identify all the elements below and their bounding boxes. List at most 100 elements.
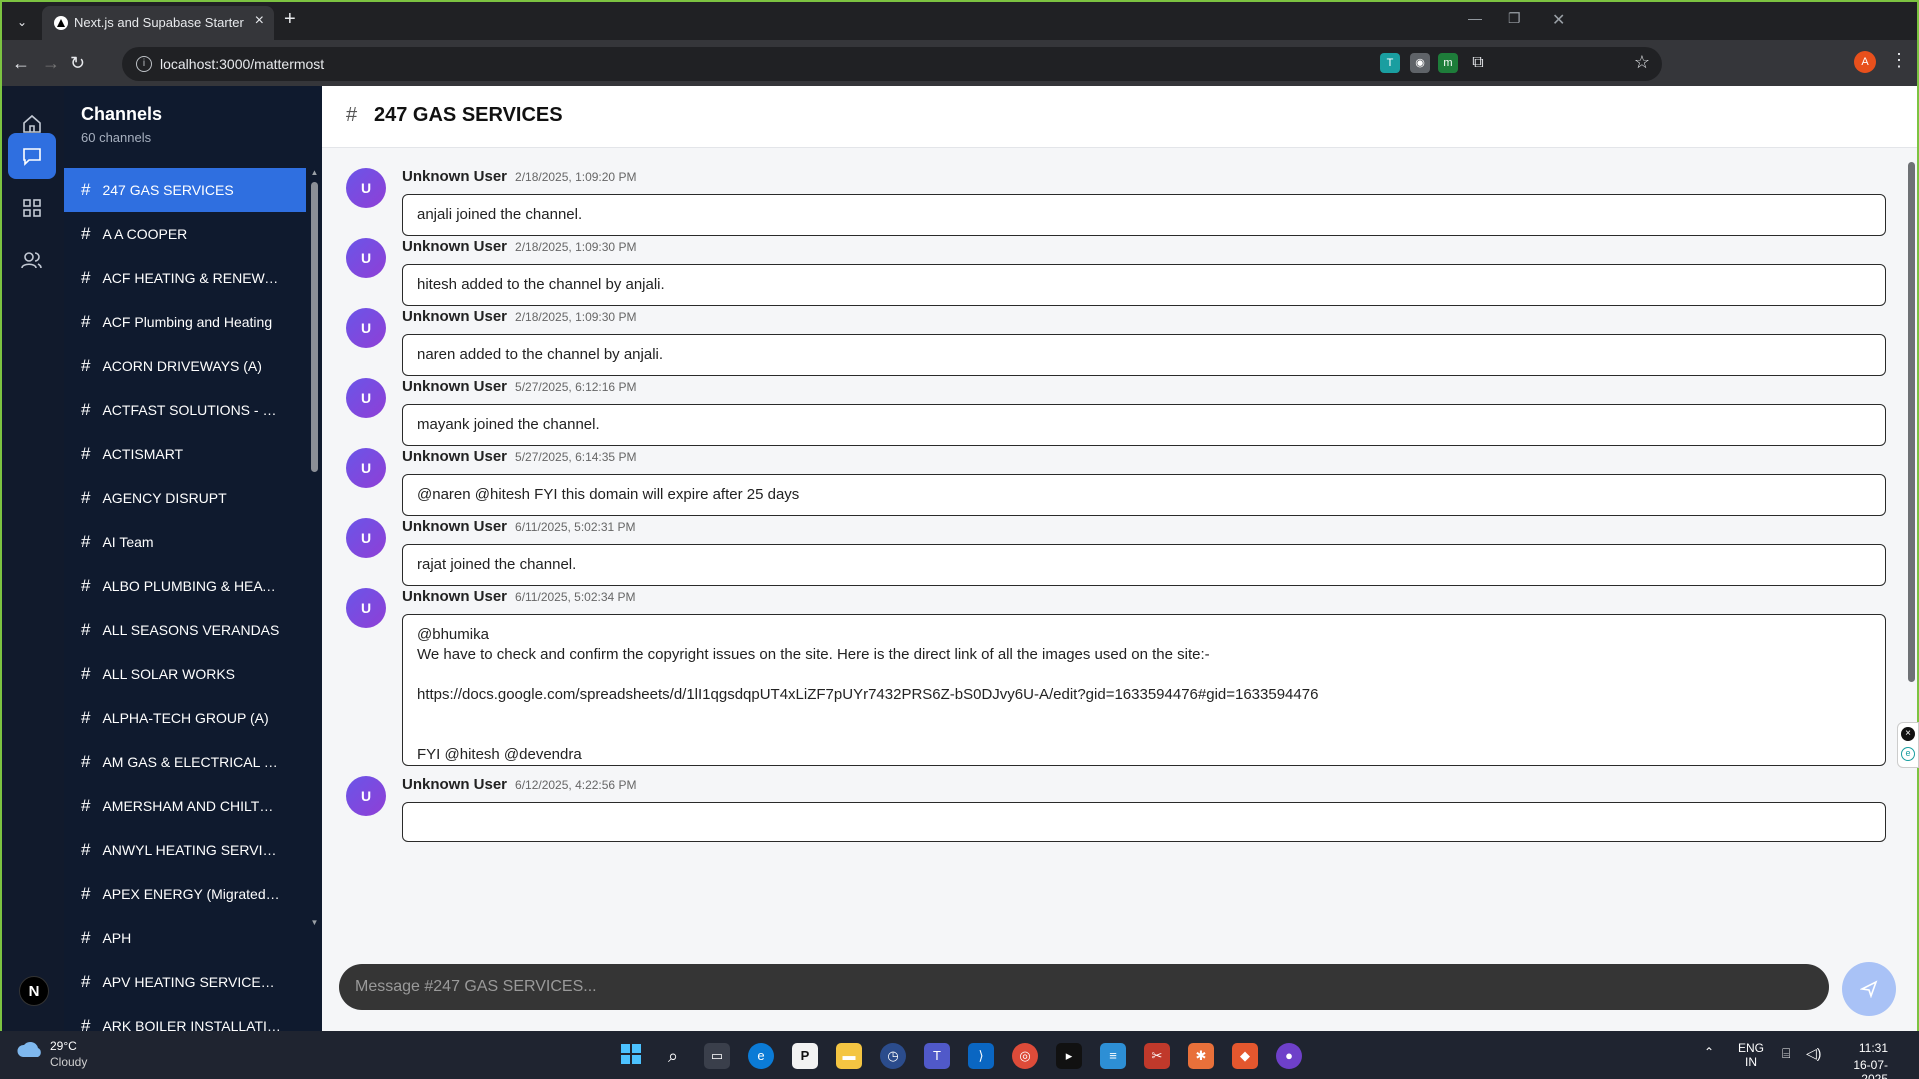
p-app-icon[interactable]: P [792,1043,818,1069]
clock-app-icon[interactable]: ◷ [880,1043,906,1069]
channel-item[interactable]: # ACF HEATING & RENEWABLES [64,256,306,300]
channel-item[interactable]: # AMERSHAM AND CHILTERN [64,784,306,828]
volume-icon[interactable]: ◁) [1806,1045,1821,1062]
avatar[interactable]: U [346,448,386,488]
chat-scrollbar[interactable] [1906,148,1916,954]
channel-item[interactable]: # APEX ENERGY (Migrated Client) [64,872,306,916]
tab-close-icon[interactable]: × [255,12,264,30]
channel-hash-icon: # [81,224,91,243]
channel-item[interactable]: # ACF Plumbing and Heating [64,300,306,344]
channel-item[interactable]: # ACORN DRIVEWAYS (A) [64,344,306,388]
github-icon[interactable]: ● [1276,1043,1302,1069]
message-author[interactable]: Unknown User [402,776,507,793]
channel-item[interactable]: # ACTISMART [64,432,306,476]
tab-search-icon[interactable]: ⌄ [10,10,34,34]
file-explorer-icon[interactable]: ▬ [836,1043,862,1069]
channel-item[interactable]: # A A COOPER [64,212,306,256]
avatar[interactable]: U [346,308,386,348]
tray-chevron-icon[interactable]: ⌃ [1704,1045,1714,1059]
channel-item[interactable]: # ACTFAST SOLUTIONS - MIGRATED [64,388,306,432]
network-icon[interactable]: ⌸ [1782,1045,1790,1062]
start-icon[interactable] [618,1043,644,1069]
scrollbar-thumb[interactable] [311,182,318,472]
avatar[interactable]: U [346,776,386,816]
channel-item[interactable]: # ALL SOLAR WORKS [64,652,306,696]
extensions-puzzle-icon[interactable]: ⧉ [1468,53,1488,73]
message-author[interactable]: Unknown User [402,588,507,605]
teams-icon[interactable]: T [924,1043,950,1069]
back-icon[interactable]: ← [12,53,30,74]
scroll-up-arrow[interactable]: ▲ [309,168,320,177]
message-author[interactable]: Unknown User [402,238,507,255]
channels-scrollbar[interactable]: ▲ ▼ [309,168,320,1031]
weather-widget[interactable]: 29°C Cloudy [16,1039,87,1069]
brave-icon[interactable]: ◆ [1232,1043,1258,1069]
task-view-icon[interactable]: ▭ [704,1043,730,1069]
channel-item[interactable]: # APH [64,916,306,960]
restore-icon[interactable]: ❐ [1508,10,1521,27]
message-author[interactable]: Unknown User [402,518,507,535]
extension-translate-icon[interactable]: T [1380,53,1400,73]
widget-close-icon[interactable]: × [1901,727,1915,741]
browser-menu-icon[interactable]: ⋮ [1890,50,1908,71]
clock-time[interactable]: 11:31 [1838,1041,1888,1055]
channel-item[interactable]: # ALBO PLUMBING & HEATING [64,564,306,608]
channel-item[interactable]: # ALL SEASONS VERANDAS [64,608,306,652]
forward-icon[interactable]: → [42,53,60,74]
extension-camera-icon[interactable]: ◉ [1410,53,1430,73]
language-indicator[interactable]: ENG IN [1738,1041,1764,1069]
new-tab-icon[interactable]: + [284,8,296,31]
terminal-app-icon[interactable]: ▸ [1056,1043,1082,1069]
notepad-icon[interactable]: ≡ [1100,1043,1126,1069]
channel-name: ANWYL HEATING SERVICES [102,842,283,858]
send-button[interactable] [1842,962,1896,1016]
avatar[interactable]: U [346,588,386,628]
address-bar[interactable]: i localhost:3000/mattermost ☆ [122,47,1662,81]
users-icon[interactable] [8,237,56,283]
channel-name: ACF HEATING & RENEWABLES [102,270,283,286]
apps-grid-icon[interactable] [8,185,56,231]
avatar[interactable]: U [346,378,386,418]
avatar[interactable]: U [346,168,386,208]
channel-item[interactable]: # AGENCY DISRUPT [64,476,306,520]
message-timestamp: 6/12/2025, 4:22:56 PM [515,778,637,792]
postman-icon[interactable]: ✱ [1188,1043,1214,1069]
channel-item[interactable]: # AM GAS & ELECTRICAL SERVICES [64,740,306,784]
widget-e-icon[interactable]: e [1901,747,1915,761]
channel-item[interactable]: #247 GAS SERVICES [64,168,306,212]
chat-scrollbar-thumb[interactable] [1908,162,1915,682]
search-icon[interactable]: ⌕ [660,1043,686,1069]
minimize-icon[interactable]: — [1468,10,1482,26]
clock-date[interactable]: 16-07-2025 [1838,1058,1888,1079]
edge-icon[interactable]: e [748,1043,774,1069]
message-author[interactable]: Unknown User [402,448,507,465]
close-window-icon[interactable]: ✕ [1552,10,1565,30]
channel-list: #247 GAS SERVICES # A A COOPER # ACF HEATING… [64,168,306,1031]
scroll-down-arrow[interactable]: ▼ [309,918,320,927]
channel-item[interactable]: # ARK BOILER INSTALLATIONS [64,1004,306,1031]
channel-item[interactable]: # ANWYL HEATING SERVICES [64,828,306,872]
floating-widget[interactable]: × e [1897,722,1919,768]
avatar[interactable]: U [346,518,386,558]
message-author[interactable]: Unknown User [402,378,507,395]
reload-icon[interactable]: ↻ [70,53,85,74]
bookmark-star-icon[interactable]: ☆ [1634,52,1650,73]
region-text: IN [1745,1055,1757,1069]
chrome-icon[interactable]: ◎ [1012,1043,1038,1069]
browser-tab[interactable]: Next.js and Supabase Starter Kit × [42,6,274,40]
channel-item[interactable]: # ALPHA-TECH GROUP (A) [64,696,306,740]
vscode-icon[interactable]: ⟩ [968,1043,994,1069]
channel-item[interactable]: # APV HEATING SERVICES - ... [64,960,306,1004]
site-info-icon[interactable]: i [136,56,152,72]
avatar[interactable]: U [346,238,386,278]
message-author[interactable]: Unknown User [402,308,507,325]
extension-m-icon[interactable]: m [1438,53,1458,73]
nextjs-logo[interactable]: N [19,976,49,1006]
profile-avatar[interactable]: A [1854,51,1876,73]
message-author[interactable]: Unknown User [402,168,507,185]
weather-condition: Cloudy [50,1055,88,1069]
snipping-tool-icon[interactable]: ✂ [1144,1043,1170,1069]
channel-item[interactable]: # AI Team [64,520,306,564]
chat-icon[interactable] [8,133,56,179]
message-input[interactable]: Message #247 GAS SERVICES... [339,964,1829,1010]
